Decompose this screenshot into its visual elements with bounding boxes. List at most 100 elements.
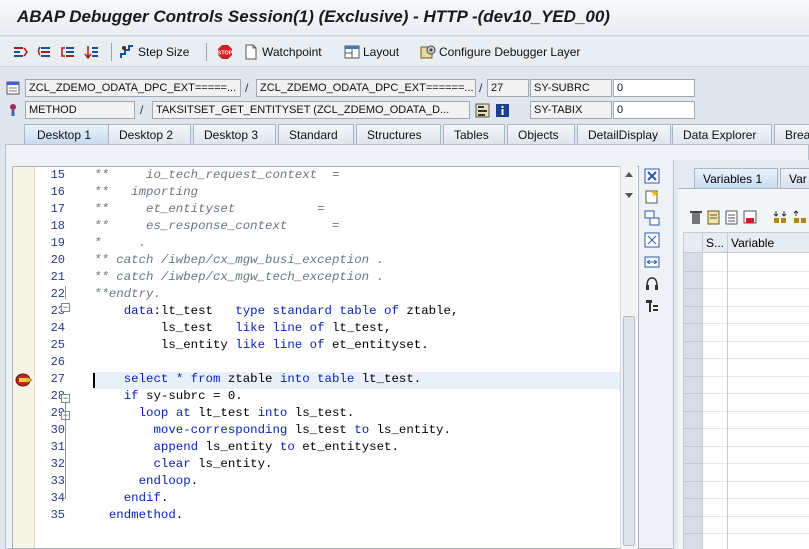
line-number: 32 xyxy=(50,457,65,471)
table-row xyxy=(702,323,809,324)
fold-toggle-icon[interactable]: − xyxy=(61,303,70,312)
row-selector-column[interactable] xyxy=(684,253,702,549)
code-line[interactable]: ** catch /iwbep/cx_mgw_tech_exception . xyxy=(94,270,384,284)
sort-icon[interactable] xyxy=(772,209,788,225)
variables-body: S... Variable xyxy=(678,188,809,549)
scroll-down-icon[interactable] xyxy=(624,192,634,200)
event-type-field[interactable]: METHOD xyxy=(25,101,135,119)
sysvar-value-field-2[interactable]: 0 xyxy=(613,101,695,119)
tab-structures[interactable]: Structures xyxy=(356,124,441,144)
tab-variables-2[interactable]: Var xyxy=(780,168,809,188)
step-over-button[interactable] xyxy=(36,42,55,62)
services-tool-icon[interactable] xyxy=(644,298,660,314)
delete-icon[interactable] xyxy=(688,209,704,225)
code-line[interactable]: ls_entity like line of et_entityset. xyxy=(94,338,429,352)
svg-text:STOP: STOP xyxy=(218,51,233,57)
maximize-tool-icon[interactable] xyxy=(644,232,660,248)
code-line[interactable]: select * from ztable into table lt_test. xyxy=(94,372,421,386)
table-row xyxy=(702,480,809,482)
list-icon[interactable] xyxy=(724,209,740,225)
sysvar-name-field-2[interactable]: SY-TABIX xyxy=(530,101,612,119)
code-line[interactable]: * . xyxy=(94,236,146,250)
table-row xyxy=(702,428,809,429)
sysvar-value-field-1[interactable]: 0 xyxy=(613,79,695,97)
layout-label: Layout xyxy=(363,45,400,59)
new-tool-icon[interactable] xyxy=(644,188,660,204)
code-line[interactable]: loop at lt_test into ls_test. xyxy=(94,406,355,420)
line-number: 19 xyxy=(50,236,65,250)
info-icon[interactable] xyxy=(495,103,510,118)
table-row xyxy=(702,305,809,307)
variables-table[interactable]: S... Variable xyxy=(683,232,809,549)
code-line[interactable]: endif. xyxy=(94,491,169,505)
line-number: 21 xyxy=(50,270,65,284)
return-button[interactable] xyxy=(60,42,79,62)
display-source-icon[interactable] xyxy=(475,103,490,118)
stop-button[interactable]: STOP xyxy=(217,42,236,62)
code-line[interactable]: ** io_tech_request_context = xyxy=(94,168,339,182)
code-line[interactable]: ** importing xyxy=(94,185,198,199)
code-line[interactable]: endloop. xyxy=(94,474,199,488)
tab-desktop-2[interactable]: Desktop 2 xyxy=(108,124,191,144)
step-size-button[interactable]: Step Size xyxy=(119,42,189,62)
source-code-editor[interactable]: 15 16 17 18 19 20 21 22 23 24 25 26 27 28 29 30 31 32 33 34… xyxy=(12,166,639,549)
toolbar-separator xyxy=(111,43,112,61)
line-number: 26 xyxy=(50,355,65,369)
resize-tool-icon[interactable] xyxy=(644,254,660,270)
tab-variables-1[interactable]: Variables 1 xyxy=(694,168,778,188)
code-line[interactable]: if sy-subrc = 0. xyxy=(94,389,243,403)
layout-button[interactable]: Layout xyxy=(344,42,399,62)
table-row xyxy=(702,533,809,534)
breakpoint-gutter[interactable] xyxy=(13,167,35,548)
code-line[interactable]: ls_test like line of lt_test, xyxy=(94,321,392,335)
column-header-variable[interactable]: Variable xyxy=(731,236,774,250)
continue-button[interactable] xyxy=(84,42,103,62)
watchpoint-button[interactable]: Watchpoint xyxy=(243,42,322,62)
tab-standard[interactable]: Standard xyxy=(278,124,354,144)
event-field[interactable]: TAKSITSET_GET_ENTITYSET (ZCL_ZDEMO_ODATA… xyxy=(152,101,470,119)
tab-break[interactable]: Break xyxy=(774,124,809,144)
sysvar-name-field-1[interactable]: SY-SUBRC xyxy=(530,79,612,97)
line-number: 20 xyxy=(50,253,65,267)
line-number: 18 xyxy=(50,219,65,233)
return-icon xyxy=(61,47,74,57)
code-line[interactable]: ** es_response_context = xyxy=(94,219,339,233)
save-icon[interactable] xyxy=(742,209,758,225)
fold-toggle-icon[interactable]: − xyxy=(61,394,70,403)
line-number: 17 xyxy=(50,202,65,216)
scroll-thumb[interactable] xyxy=(623,316,635,546)
tab-desktop-3[interactable]: Desktop 3 xyxy=(193,124,276,144)
column-header-status[interactable]: S... xyxy=(706,236,724,250)
step-over-icon xyxy=(37,46,50,57)
tab-data-explorer[interactable]: Data Explorer xyxy=(672,124,772,144)
method-icon xyxy=(10,104,16,116)
code-line[interactable]: clear ls_entity. xyxy=(94,457,273,471)
include-field[interactable]: ZCL_ZDEMO_ODATA_DPC_EXT======... xyxy=(256,79,476,97)
document-icon[interactable] xyxy=(706,209,722,225)
title-bar: ABAP Debugger Controls Session(1) (Exclu… xyxy=(0,0,809,36)
editor-tool-strip xyxy=(641,166,663,549)
step-into-button[interactable] xyxy=(12,42,31,62)
configure-debugger-layer-button[interactable]: Configure Debugger Layer xyxy=(420,42,580,62)
breakpoint-icon[interactable] xyxy=(15,373,33,387)
code-line[interactable]: ** catch /iwbep/cx_mgw_busi_exception . xyxy=(94,253,384,267)
code-line[interactable]: append ls_entity to et_entityset. xyxy=(94,440,399,454)
tab-detaildisplay[interactable]: DetailDisplay xyxy=(577,124,671,144)
editor-vertical-scrollbar[interactable] xyxy=(620,166,637,549)
code-line[interactable]: ** et_entityset = xyxy=(94,202,325,216)
program-field[interactable]: ZCL_ZDEMO_ODATA_DPC_EXT=====... xyxy=(25,79,241,97)
scroll-up-icon[interactable] xyxy=(624,170,634,178)
tab-tables[interactable]: Tables xyxy=(443,124,505,144)
code-line[interactable]: move-corresponding ls_test to ls_entity. xyxy=(94,423,451,437)
line-number-field[interactable]: 27 xyxy=(487,79,529,97)
headset-tool-icon[interactable] xyxy=(644,276,660,292)
table-row xyxy=(702,358,809,359)
code-line[interactable]: **endtry. xyxy=(94,287,161,301)
code-line[interactable]: data:lt_test type standard table of ztab… xyxy=(94,304,459,318)
close-tool-icon[interactable] xyxy=(644,168,660,184)
code-line[interactable]: endmethod. xyxy=(94,508,183,522)
filter-icon[interactable] xyxy=(792,209,808,225)
tab-objects[interactable]: Objects xyxy=(507,124,575,144)
swap-tool-icon[interactable] xyxy=(644,210,660,226)
tab-desktop-1[interactable]: Desktop 1 xyxy=(24,124,109,144)
